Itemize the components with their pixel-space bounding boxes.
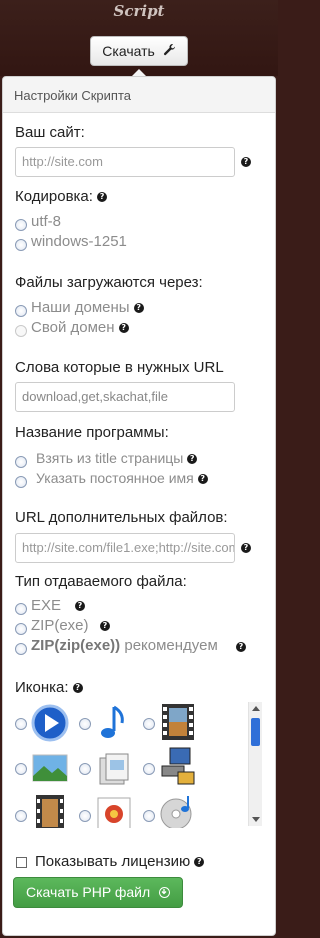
domains-label: Файлы загружаются через: bbox=[15, 274, 203, 291]
documents-icon[interactable] bbox=[94, 748, 134, 788]
zip-exe-option-label: ZIP(exe) bbox=[31, 617, 89, 634]
download-button-label: Скачать bbox=[102, 43, 155, 59]
icon-radio[interactable] bbox=[15, 763, 27, 775]
extra-urls-label: URL дополнительных файлов: bbox=[15, 509, 228, 526]
media-player-icon[interactable] bbox=[30, 703, 70, 743]
site-input[interactable]: http://site.com bbox=[15, 147, 235, 177]
download-php-button[interactable]: Скачать PHP файл bbox=[13, 877, 183, 908]
icon-radio[interactable] bbox=[15, 718, 27, 730]
scroll-down-arrow-icon[interactable] bbox=[252, 817, 260, 822]
icon-radio[interactable] bbox=[143, 763, 155, 775]
disc-music-icon[interactable] bbox=[158, 792, 198, 828]
radio-constant-name[interactable] bbox=[15, 476, 27, 488]
encoding-label: Кодировка: ? bbox=[15, 188, 108, 205]
own-domain-option: Свой домен ? bbox=[31, 319, 129, 336]
top-bar: Script Скачать bbox=[0, 0, 278, 77]
radio-zip-zip-exe[interactable] bbox=[15, 643, 27, 655]
landscape-picture-icon[interactable] bbox=[30, 748, 70, 788]
music-note-icon[interactable] bbox=[94, 703, 134, 743]
recommended-text: рекомендуем bbox=[120, 637, 218, 654]
exe-option-label: EXE bbox=[31, 597, 62, 614]
icon-radio[interactable] bbox=[15, 810, 27, 822]
license-label: Показывать лицензию bbox=[35, 853, 191, 870]
radio-our-domains[interactable] bbox=[15, 305, 27, 317]
icon-radio[interactable] bbox=[79, 810, 91, 822]
icon-radio[interactable] bbox=[79, 763, 91, 775]
site-label: Ваш сайт: bbox=[15, 124, 85, 141]
utf8-option-label: utf-8 bbox=[31, 213, 62, 230]
film-strip-icon[interactable] bbox=[30, 793, 70, 828]
computer-network-icon[interactable] bbox=[158, 746, 198, 786]
help-icon[interactable]: ? bbox=[241, 157, 251, 167]
title-from-page-option: Взять из title страницы ? bbox=[36, 450, 198, 466]
zip-zip-exe-option: ZIP(zip(exe)) рекомендуем bbox=[31, 637, 218, 654]
wrench-icon bbox=[163, 37, 176, 65]
our-domains-option: Наши домены ? bbox=[31, 299, 144, 316]
radio-own-domain[interactable] bbox=[15, 325, 27, 337]
help-icon[interactable]: ? bbox=[197, 474, 208, 485]
extra-urls-input[interactable]: http://site.com/file1.exe;http://site.co… bbox=[15, 533, 235, 563]
help-icon[interactable]: ? bbox=[236, 642, 246, 652]
scroll-up-arrow-icon[interactable] bbox=[252, 706, 260, 711]
help-icon[interactable]: ? bbox=[100, 621, 110, 631]
license-option: Показывать лицензию ? bbox=[35, 853, 205, 870]
icon-picker bbox=[12, 700, 264, 828]
film-icon[interactable] bbox=[158, 702, 198, 742]
constant-name-option: Указать постоянное имя ? bbox=[36, 470, 208, 486]
url-words-input[interactable]: download,get,skachat,file bbox=[15, 382, 235, 412]
radio-exe[interactable] bbox=[15, 603, 27, 615]
help-icon[interactable]: ? bbox=[75, 601, 85, 611]
download-circle-icon bbox=[159, 886, 170, 898]
help-icon[interactable]: ? bbox=[194, 857, 205, 868]
program-name-label: Название программы: bbox=[15, 424, 169, 441]
help-icon[interactable]: ? bbox=[97, 192, 108, 203]
file-type-label: Тип отдаваемого файла: bbox=[15, 573, 187, 590]
icon-radio[interactable] bbox=[143, 810, 155, 822]
radio-zip-exe[interactable] bbox=[15, 623, 27, 635]
encoding-label-text: Кодировка: bbox=[15, 188, 93, 205]
windows-1251-option-label: windows-1251 bbox=[31, 233, 127, 250]
icon-list-scrollbar[interactable] bbox=[248, 702, 262, 826]
panel-title: Настройки Скрипта bbox=[3, 77, 275, 113]
help-icon[interactable]: ? bbox=[118, 323, 129, 334]
radio-windows-1251[interactable] bbox=[15, 239, 27, 251]
image-file-icon[interactable] bbox=[94, 794, 134, 828]
own-domain-label: Свой домен bbox=[31, 319, 115, 336]
title-from-page-label: Взять из title страницы bbox=[36, 450, 184, 466]
radio-title-from-page[interactable] bbox=[15, 456, 27, 468]
help-icon[interactable]: ? bbox=[187, 454, 198, 465]
help-icon[interactable]: ? bbox=[133, 303, 144, 314]
radio-utf8[interactable] bbox=[15, 219, 27, 231]
license-checkbox[interactable] bbox=[16, 857, 27, 868]
download-button[interactable]: Скачать bbox=[90, 36, 188, 66]
zip-zip-exe-label: ZIP(zip(exe)) bbox=[31, 637, 121, 654]
brand-logo-text: Script bbox=[113, 2, 165, 20]
icon-label-text: Иконка: bbox=[15, 679, 69, 696]
help-icon[interactable]: ? bbox=[241, 543, 251, 553]
help-icon[interactable]: ? bbox=[72, 683, 83, 694]
icon-label: Иконка: ? bbox=[15, 679, 83, 696]
our-domains-label: Наши домены bbox=[31, 299, 130, 316]
download-php-label: Скачать PHP файл bbox=[26, 884, 151, 900]
url-words-label: Слова которые в нужных URL bbox=[15, 359, 224, 376]
icon-radio[interactable] bbox=[79, 718, 91, 730]
scroll-thumb[interactable] bbox=[251, 718, 260, 746]
icon-radio[interactable] bbox=[143, 718, 155, 730]
constant-name-label: Указать постоянное имя bbox=[36, 470, 194, 486]
